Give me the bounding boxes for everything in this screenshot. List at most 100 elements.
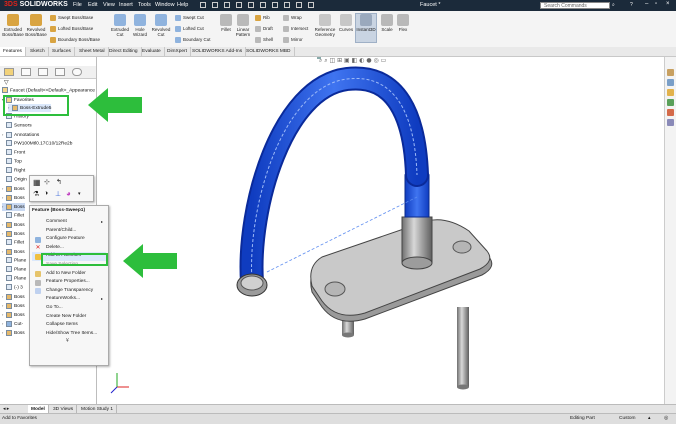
suppress-icon[interactable]: ⚗ — [33, 190, 39, 198]
menu-item-add-to-new-folder[interactable]: Add to New Folder — [32, 270, 106, 279]
menu-tools[interactable]: Tools — [138, 2, 151, 8]
menu-window[interactable]: Window — [155, 2, 175, 8]
appearance-icon[interactable]: ◕ — [66, 189, 71, 198]
revolved-cut-button[interactable]: Revolved Cut — [151, 14, 171, 37]
options-icon[interactable] — [308, 2, 314, 8]
tree-root[interactable]: Faucet (Default<<Default>_Appearance — [2, 87, 95, 95]
linear-pattern-button[interactable]: Linear Pattern — [234, 14, 252, 37]
curves-button[interactable]: Curves — [338, 14, 354, 32]
fillet-button[interactable]: Fillet — [218, 14, 234, 32]
open-icon[interactable] — [236, 2, 242, 8]
close-icon[interactable]: × — [666, 1, 670, 7]
appearances-icon[interactable] — [667, 109, 674, 116]
tab-features[interactable]: Features — [0, 47, 26, 56]
design-library-icon[interactable] — [667, 79, 674, 86]
draft-button[interactable]: Draft — [255, 26, 273, 32]
tab-evaluate[interactable]: Evaluate — [139, 47, 165, 56]
reference-geometry-button[interactable]: Reference Geometry — [313, 14, 337, 37]
dimxpert-manager-tab[interactable] — [55, 68, 65, 76]
menu-item-comment[interactable]: Comment ▸ — [32, 218, 106, 227]
tree-item-boss-4[interactable]: › Boss — [2, 230, 25, 238]
extruded-boss-button[interactable]: Extruded Boss/Base — [2, 14, 24, 37]
rebuild-icon[interactable] — [296, 2, 302, 8]
tree-item-front-plane[interactable]: Front — [2, 149, 25, 157]
tree-item-sensors[interactable]: Sensors — [2, 122, 32, 130]
boundary-boss-button[interactable]: Boundary Boss/Base — [50, 37, 100, 43]
menu-item-delete[interactable]: ✕ Delete... — [32, 244, 106, 253]
hole-wizard-button[interactable]: Hole Wizard — [131, 14, 149, 37]
hide-icon[interactable]: ◑ — [44, 190, 48, 197]
boundary-cut-button[interactable]: Boundary Cut — [175, 37, 211, 43]
scale-button[interactable]: Scale — [380, 14, 394, 32]
menu-item-feature-properties[interactable]: Feature Properties... — [32, 278, 106, 287]
menu-insert[interactable]: Insert — [119, 2, 133, 8]
dimension-icon[interactable]: ⊥ — [55, 190, 61, 198]
solidworks-logo[interactable]: 3DS SOLIDWORKS — [4, 1, 68, 8]
wrap-button[interactable]: Wrap — [283, 15, 302, 21]
tab-sheet-metal[interactable]: Sheet Metal — [76, 47, 109, 56]
menu-item-hide-show-tree-items[interactable]: Hide/Show Tree Items... — [32, 330, 106, 339]
rollback-icon[interactable]: ↰ — [56, 178, 62, 186]
edit-feature-icon[interactable]: ▦ — [33, 178, 41, 187]
search-icon[interactable]: ⌕ — [612, 2, 615, 8]
tree-item-boss-9[interactable]: › Boss — [2, 329, 25, 337]
tree-item-plane-1[interactable]: Plane — [2, 257, 26, 265]
home-icon[interactable] — [212, 2, 218, 8]
tree-item-cut[interactable]: › Cut- — [2, 320, 23, 328]
tree-item-boss-7[interactable]: › Boss — [2, 302, 25, 310]
more-items-chevron[interactable]: ¥ — [66, 338, 69, 344]
tree-item-boss-8[interactable]: › Boss — [2, 311, 25, 319]
restore-icon[interactable]: ▫ — [655, 1, 657, 7]
lofted-cut-button[interactable]: Lofted Cut — [175, 26, 204, 32]
custom-properties-icon[interactable] — [667, 119, 674, 126]
tree-item-sketch-3[interactable]: (-) 3 — [2, 284, 23, 292]
menu-item-change-transparency[interactable]: Change Transparency — [32, 287, 106, 296]
menu-item-create-new-folder[interactable]: Create New Folder — [32, 313, 106, 322]
shell-button[interactable]: Shell — [255, 37, 273, 43]
menu-item-go-to[interactable]: Go To... — [32, 304, 106, 313]
chevron-down-icon[interactable]: ▾ — [78, 191, 81, 197]
tab-direct-editing[interactable]: Direct Editing — [106, 47, 142, 56]
lofted-boss-button[interactable]: Lofted Boss/Base — [50, 26, 93, 32]
tree-item-fillet-2[interactable]: Fillet — [2, 239, 24, 247]
tree-item-top-plane[interactable]: Top — [2, 158, 22, 166]
help-icon[interactable]: ? — [630, 2, 633, 8]
resources-icon[interactable] — [667, 69, 674, 76]
new-document-icon[interactable] — [224, 2, 230, 8]
filter-icon[interactable]: ▽ — [4, 79, 9, 86]
tree-item-boss-6[interactable]: › Boss — [2, 293, 25, 301]
intersect-button[interactable]: Intersect — [283, 26, 308, 32]
swept-boss-button[interactable]: Swept Boss/Base — [50, 15, 93, 21]
display-manager-tab[interactable] — [72, 68, 82, 76]
menu-file[interactable]: File — [73, 2, 82, 8]
sketch-icon[interactable]: ⊹ — [44, 178, 50, 186]
tab-dimxpert[interactable]: DimXpert — [164, 47, 191, 56]
tab-sketch[interactable]: Sketch — [27, 47, 49, 56]
search-commands-input[interactable]: Search Commands — [540, 2, 610, 9]
tree-item-boss-sweep1[interactable]: › Boss — [2, 203, 25, 211]
undo-icon[interactable] — [272, 2, 278, 8]
instant3d-button[interactable]: Instant3D — [355, 13, 377, 43]
tab-mbd[interactable]: SOLIDWORKS MBD — [243, 47, 295, 56]
minimize-icon[interactable]: – — [645, 1, 648, 7]
menu-edit[interactable]: Edit — [88, 2, 97, 8]
tree-item-boss-3[interactable]: › Boss — [2, 221, 25, 229]
file-explorer-icon[interactable] — [667, 89, 674, 96]
extruded-cut-button[interactable]: Extruded Cut — [111, 14, 129, 37]
menu-item-configure-feature[interactable]: Configure Feature — [32, 235, 106, 244]
pin-icon[interactable] — [200, 2, 206, 8]
swept-cut-button[interactable]: Swept Cut — [175, 15, 204, 21]
menu-item-collapse-items[interactable]: Collapse Items — [32, 321, 106, 330]
graphics-area[interactable]: ⌕ ⌕ ◫ ⊞ ▣ ◧ ◐ ● ◎ ▭ — [97, 55, 664, 404]
revolved-boss-button[interactable]: Revolved Boss/Base — [25, 14, 47, 37]
feature-manager-tab[interactable] — [4, 68, 14, 76]
tree-item-boss-5[interactable]: › Boss — [2, 248, 25, 256]
menu-view[interactable]: View — [103, 2, 115, 8]
mirror-button[interactable]: Mirror — [283, 37, 303, 43]
property-manager-tab[interactable] — [21, 68, 31, 76]
menu-item-parent-child[interactable]: Parent/Child... — [32, 227, 106, 236]
tab-surfaces[interactable]: Surfaces — [49, 47, 75, 56]
flex-button[interactable]: Flex — [396, 14, 410, 32]
tree-item-fillet-1[interactable]: Fillet — [2, 212, 24, 220]
rib-button[interactable]: Rib — [255, 15, 270, 21]
